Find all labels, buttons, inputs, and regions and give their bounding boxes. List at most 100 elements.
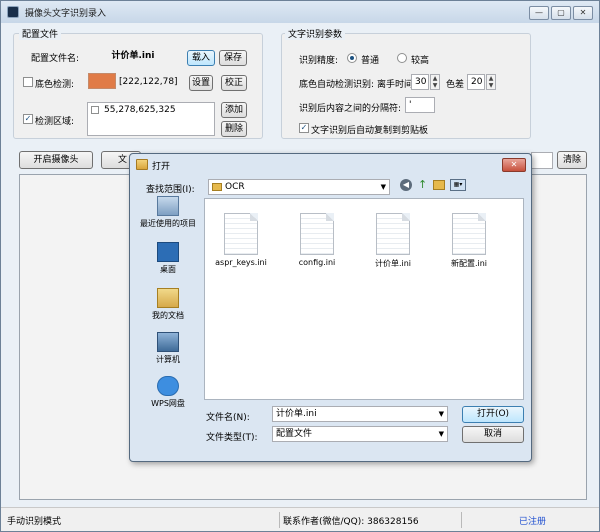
place-wps-cloud[interactable]: WPS网盘 <box>138 376 198 409</box>
place-label: 计算机 <box>156 355 180 364</box>
start-camera-button[interactable]: 开启摄像头 <box>19 151 93 169</box>
up-folder-icon[interactable]: ↑ <box>418 178 427 191</box>
save-button[interactable]: 保存 <box>219 50 247 66</box>
status-separator <box>461 512 462 528</box>
bg-color-swatch[interactable] <box>88 73 116 89</box>
tolerance-spinner[interactable]: ▲ ▼ <box>430 74 440 90</box>
recent-items-icon <box>157 196 179 216</box>
status-registered: 已注册 <box>519 517 547 527</box>
config-file-name: 计价单.ini <box>88 48 178 64</box>
documents-icon <box>157 288 179 308</box>
desktop-icon <box>157 242 179 262</box>
main-window: 摄像头文字识别录入 — ▢ ✕ 配置文件 配置文件名: 计价单.ini 载入 保… <box>0 0 600 532</box>
clear-button[interactable]: 清除 <box>557 151 587 169</box>
folder-icon <box>212 183 222 191</box>
precision-normal-radio[interactable] <box>347 53 357 63</box>
add-button[interactable]: 添加 <box>221 102 247 118</box>
config-group-title: 配置文件 <box>19 27 62 40</box>
ocr-group-title: 文字识别参数 <box>285 27 346 40</box>
auto-copy-checkbox[interactable]: ✓ <box>299 123 309 133</box>
filetype-label: 文件类型(T): <box>206 433 258 443</box>
status-mode: 手动识别模式 <box>7 517 62 527</box>
area-checkbox[interactable]: ✓ <box>23 114 33 124</box>
document-icon <box>452 213 486 255</box>
diff-spinner[interactable]: ▲ ▼ <box>486 74 496 90</box>
config-file-label: 配置文件名: <box>31 54 80 64</box>
filetype-select[interactable]: 配置文件 ▼ <box>272 426 448 442</box>
chevron-down-icon: ▼ <box>438 430 444 438</box>
title-bar[interactable]: 摄像头文字识别录入 — ▢ ✕ <box>1 1 599 23</box>
minimize-button[interactable]: — <box>529 6 549 20</box>
file-item[interactable]: config.ini <box>285 213 349 267</box>
area-list[interactable]: 55,278,625,325 <box>87 102 215 136</box>
filetype-value: 配置文件 <box>276 429 313 439</box>
separator-label: 识别后内容之间的分隔符: <box>299 104 402 114</box>
file-item[interactable]: 计价单.ini <box>361 213 425 269</box>
close-button[interactable]: ✕ <box>573 6 593 20</box>
area-label: 检测区域: <box>35 117 75 127</box>
open-button[interactable]: 打开(O) <box>462 406 524 423</box>
bg-auto-label: 底色自动检测识别: <box>299 80 375 90</box>
file-item[interactable]: aspr_keys.ini <box>209 213 273 267</box>
open-file-dialog: 打开 ✕ 查找范围(I): OCR ▼ ◀ ↑ ▦▾ 最近使用的项目 桌面 我的… <box>129 153 532 462</box>
diff-input[interactable]: 20 <box>467 74 485 90</box>
place-label: 最近使用的项目 <box>140 219 196 228</box>
delete-button[interactable]: 删除 <box>221 121 247 137</box>
computer-icon <box>157 332 179 352</box>
document-icon <box>224 213 258 255</box>
window-title: 摄像头文字识别录入 <box>25 9 107 19</box>
place-label: WPS网盘 <box>151 399 185 408</box>
document-icon <box>376 213 410 255</box>
lookin-label: 查找范围(I): <box>146 185 195 195</box>
cancel-button[interactable]: 取消 <box>462 426 524 443</box>
status-separator <box>279 512 280 528</box>
area-item[interactable]: 55,278,625,325 <box>104 105 176 115</box>
area-item-checkbox[interactable] <box>91 106 99 114</box>
filename-label: 文件名(N): <box>206 413 250 423</box>
lookin-select[interactable]: OCR ▼ <box>208 179 390 195</box>
filename-value: 计价单.ini <box>276 409 317 419</box>
precision-high-radio[interactable] <box>397 53 407 63</box>
new-folder-icon[interactable] <box>433 180 445 190</box>
place-recent[interactable]: 最近使用的项目 <box>138 196 198 229</box>
diff-label: 色差 <box>446 80 465 90</box>
place-label: 桌面 <box>160 265 176 274</box>
bg-rgb-value: [222,122,78] <box>119 77 178 87</box>
load-button[interactable]: 载入 <box>187 50 215 66</box>
calibrate-button[interactable]: 校正 <box>221 75 247 91</box>
places-bar: 最近使用的项目 桌面 我的文档 计算机 WPS网盘 <box>138 196 198 408</box>
set-button[interactable]: 设置 <box>189 75 213 91</box>
place-computer[interactable]: 计算机 <box>138 332 198 365</box>
dialog-close-button[interactable]: ✕ <box>502 158 526 172</box>
file-name: 计价单.ini <box>374 259 412 268</box>
precision-normal-label: 普通 <box>361 56 380 66</box>
file-name: config.ini <box>298 258 336 267</box>
file-name: aspr_keys.ini <box>215 258 267 267</box>
precision-high-label: 较高 <box>411 56 430 66</box>
auto-copy-label: 文字识别后自动复制到剪贴板 <box>311 126 429 136</box>
tolerance-label: 离手时间 <box>377 80 414 90</box>
tolerance-input[interactable]: 30 <box>411 74 429 90</box>
chevron-down-icon: ▼ <box>380 183 386 191</box>
file-item[interactable]: 新配置.ini <box>437 213 501 269</box>
back-icon[interactable]: ◀ <box>400 179 412 191</box>
view-menu-icon[interactable]: ▦▾ <box>450 179 466 191</box>
place-label: 我的文档 <box>152 311 184 320</box>
dialog-title: 打开 <box>152 162 171 172</box>
lookin-value: OCR <box>225 182 245 192</box>
file-list[interactable]: aspr_keys.ini config.ini 计价单.ini 新配置.ini <box>204 198 524 400</box>
filename-input[interactable]: 计价单.ini ▼ <box>272 406 448 422</box>
precision-label: 识别精度: <box>299 56 339 66</box>
chevron-down-icon: ▼ <box>438 410 444 418</box>
bg-detect-label: 底色检测: <box>35 80 75 90</box>
text-output[interactable] <box>531 152 553 169</box>
separator-input[interactable]: ' <box>405 97 435 113</box>
place-documents[interactable]: 我的文档 <box>138 288 198 321</box>
bg-detect-checkbox[interactable] <box>23 77 33 87</box>
document-icon <box>300 213 334 255</box>
camera-app-icon <box>7 6 19 18</box>
maximize-button[interactable]: ▢ <box>551 6 571 20</box>
status-contact: 联系作者(微信/QQ): 386328156 <box>283 517 419 527</box>
place-desktop[interactable]: 桌面 <box>138 242 198 275</box>
file-name: 新配置.ini <box>450 259 488 268</box>
